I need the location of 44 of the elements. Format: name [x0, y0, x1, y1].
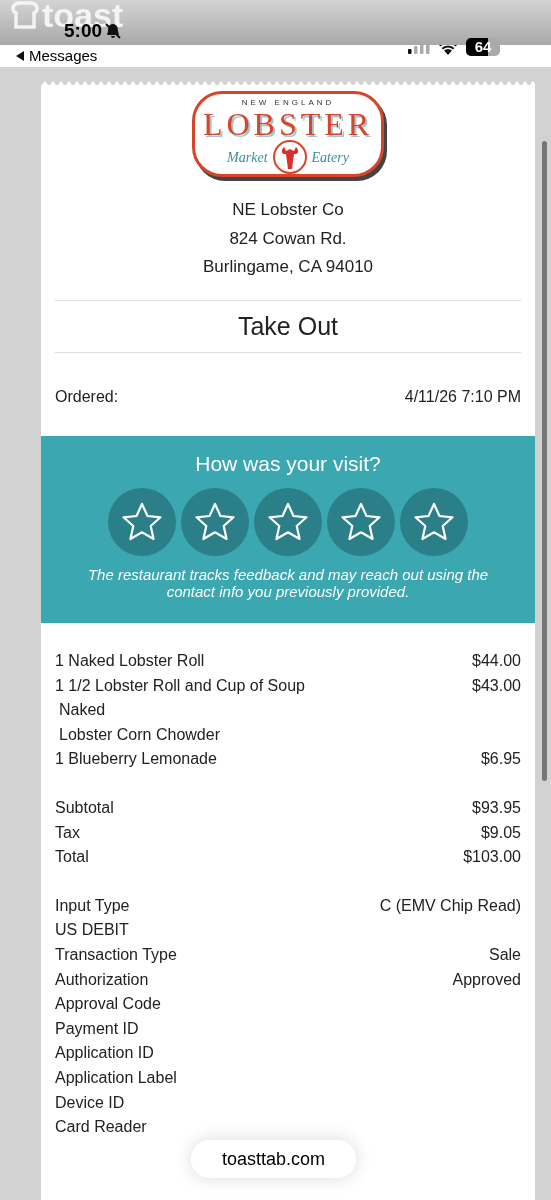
payment-label: Application ID: [55, 1043, 154, 1064]
ordered-label: Ordered:: [55, 387, 119, 407]
total-value: $103.00: [463, 847, 521, 868]
ordered-date: 4/11/26 7:10 PM: [404, 387, 521, 407]
payment-label: Input Type: [55, 895, 130, 916]
address-line: 824 Cowan Rd.: [229, 227, 347, 250]
back-arrow-icon: [15, 51, 25, 61]
payment-value: C (EMV Chip Read): [379, 895, 521, 916]
item-price: $44.00: [472, 651, 521, 671]
payment-label: Card Reader: [55, 1117, 147, 1138]
payment-label: Application Label: [55, 1067, 177, 1088]
payment-value: Approved: [452, 969, 521, 990]
payment-label: Approval Code: [55, 994, 161, 1015]
payment-value: Sale: [488, 944, 521, 965]
payment-label: US DEBIT: [55, 920, 129, 941]
item-modifier: Naked: [58, 700, 106, 721]
item-price: $43.00: [472, 675, 521, 696]
item-modifier: Lobster Corn Chowder: [58, 724, 220, 745]
payment-label: Device ID: [55, 1092, 125, 1113]
order-type: Take Out: [237, 310, 339, 342]
payment-label: Transaction Type: [55, 944, 177, 965]
item-name: 1 Naked Lobster Roll: [55, 651, 205, 671]
total-label: Tax: [55, 822, 80, 843]
total-label: Subtotal: [55, 797, 114, 818]
back-link[interactable]: Messages: [15, 44, 98, 68]
payment-label: Payment ID: [55, 1018, 139, 1039]
feedback-title: How was your visit?: [195, 451, 381, 477]
total-label: Total: [55, 847, 89, 868]
toast-logo-icon: [10, 1, 40, 29]
star-icon: [120, 500, 164, 543]
star-icon: [412, 500, 456, 543]
item-name: 1 Blueberry Lemonade: [55, 749, 217, 770]
item-name: 1 1/2 Lobster Roll and Cup of Soup: [55, 675, 305, 696]
total-value: $9.05: [480, 822, 521, 843]
star-icon: [266, 500, 310, 543]
feedback-note: The restaurant tracks feedback and may reach out using the contact info you previously provided.: [86, 565, 490, 600]
star-icon: [193, 500, 237, 543]
address-line: Burlingame, CA 94010: [202, 256, 374, 278]
address-line: NE Lobster Co: [232, 199, 344, 221]
total-value: $93.95: [472, 797, 521, 818]
url-pill[interactable]: toasttab.com: [191, 1140, 356, 1178]
payment-label: Authorization: [55, 969, 149, 990]
star-icon: [339, 500, 383, 543]
item-price: $6.95: [480, 749, 521, 770]
